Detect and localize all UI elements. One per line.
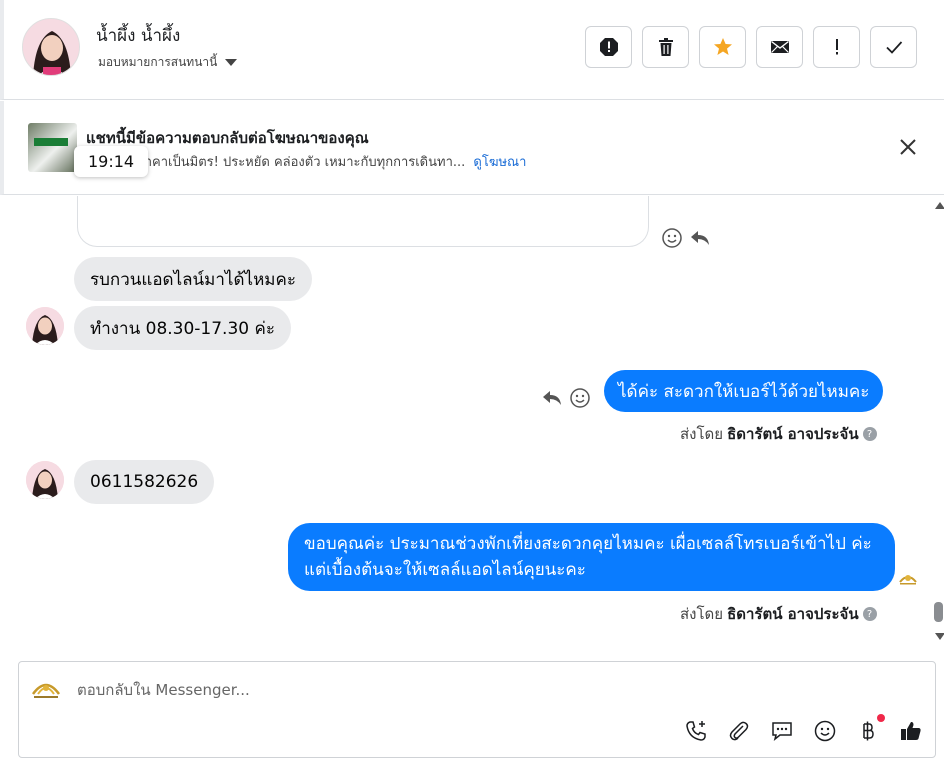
attach-button[interactable] — [726, 718, 752, 744]
sent-by-label: ส่งโดย ธิดารัตน์ อาจประจัน ? — [680, 422, 877, 446]
help-icon[interactable]: ? — [862, 607, 877, 621]
star-button[interactable] — [699, 26, 746, 68]
timestamp-tooltip: 19:14 — [74, 146, 149, 177]
message-list: รบกวนแอดไลน์มาได้ไหมคะ ทำงาน 08.30-17.30… — [0, 196, 944, 651]
spam-octagon-icon — [599, 38, 618, 56]
delete-button[interactable] — [642, 26, 689, 68]
scrollbar-thumb[interactable] — [934, 602, 943, 622]
contact-name[interactable]: น้ำผึ้ง น้ำผึ้ง — [96, 22, 180, 49]
seen-brand-logo — [899, 575, 917, 585]
assign-conversation-dropdown[interactable]: มอบหมายการสนทนานี้ — [98, 53, 238, 72]
like-button[interactable] — [898, 718, 924, 744]
smiley-icon — [814, 720, 836, 742]
message-bubble-incoming: ทำงาน 08.30-17.30 ค่ะ — [74, 306, 291, 350]
chat-bubble-icon — [772, 722, 792, 741]
message-bubble-incoming: รบกวนแอดไลน์มาได้ไหมคะ — [74, 257, 312, 301]
envelope-icon — [770, 40, 789, 53]
conversation-header: น้ำผึ้ง น้ำผึ้ง มอบหมายการสนทนานี้ — [0, 0, 944, 100]
ad-thumbnail[interactable] — [28, 123, 77, 172]
sent-by-name[interactable]: ธิดารัตน์ อาจประจัน — [727, 422, 859, 446]
assign-label: มอบหมายการสนทนานี้ — [98, 55, 218, 69]
close-icon[interactable] — [897, 136, 919, 158]
page-brand-logo — [31, 683, 61, 698]
help-icon[interactable]: ? — [862, 427, 877, 441]
call-add-button[interactable] — [683, 718, 709, 744]
trash-icon — [658, 38, 673, 56]
scroll-down-arrow[interactable] — [935, 633, 944, 640]
scroll-up-arrow[interactable] — [935, 202, 944, 209]
exclamation-icon — [835, 39, 838, 55]
sender-avatar — [26, 461, 64, 499]
message-bubble-outgoing: ได้ค่ะ สะดวกให้เบอร์ไว้ด้วยไหมคะ — [604, 370, 884, 412]
message-bubble-incoming: 0611582626 — [74, 460, 215, 504]
paperclip-icon — [729, 721, 749, 741]
saved-replies-button[interactable] — [769, 718, 795, 744]
previous-message-bubble — [77, 196, 649, 247]
view-ad-link[interactable]: ดูโฆษณา — [473, 155, 526, 170]
sent-by-label: ส่งโดย ธิดารัตน์ อาจประจัน ? — [680, 602, 877, 626]
notification-dot — [877, 714, 885, 722]
sent-by-name[interactable]: ธิดารัตน์ อาจประจัน — [727, 602, 859, 626]
sent-by-prefix: ส่งโดย — [680, 605, 724, 623]
composer-toolbar — [683, 714, 924, 744]
banner-description: ว 7 ที่นั่ง ราคาเป็นมิตร! ประหยัด คล่องต… — [86, 151, 526, 172]
thumbs-up-icon — [901, 721, 921, 740]
message-composer — [18, 661, 936, 758]
star-icon — [713, 38, 732, 55]
message-bubble-outgoing: ขอบคุณค่ะ ประมาณช่วงพักเที่ยงสะดวกคุยไหม… — [288, 523, 895, 591]
chevron-down-icon — [225, 59, 238, 66]
emoji-button[interactable] — [812, 718, 838, 744]
mark-important-button[interactable] — [813, 26, 860, 68]
baht-icon — [863, 721, 874, 741]
phone-plus-icon — [686, 721, 706, 741]
conversation-toolbar — [585, 26, 917, 68]
payment-button[interactable] — [855, 714, 885, 744]
react-icon[interactable] — [660, 226, 684, 250]
checkmark-icon — [885, 41, 902, 54]
spam-button[interactable] — [585, 26, 632, 68]
react-icon[interactable] — [568, 386, 592, 410]
sender-avatar — [26, 307, 64, 345]
mark-unread-button[interactable] — [756, 26, 803, 68]
messenger-conversation-panel: น้ำผึ้ง น้ำผึ้ง มอบหมายการสนทนานี้ แชทนี… — [0, 0, 944, 769]
reply-input[interactable] — [77, 678, 777, 702]
reply-icon[interactable] — [688, 226, 712, 250]
reply-icon[interactable] — [540, 386, 564, 410]
contact-avatar[interactable] — [22, 18, 80, 76]
mark-done-button[interactable] — [870, 26, 917, 68]
sent-by-prefix: ส่งโดย — [680, 425, 724, 443]
ad-thumbnail-strip — [34, 138, 68, 146]
